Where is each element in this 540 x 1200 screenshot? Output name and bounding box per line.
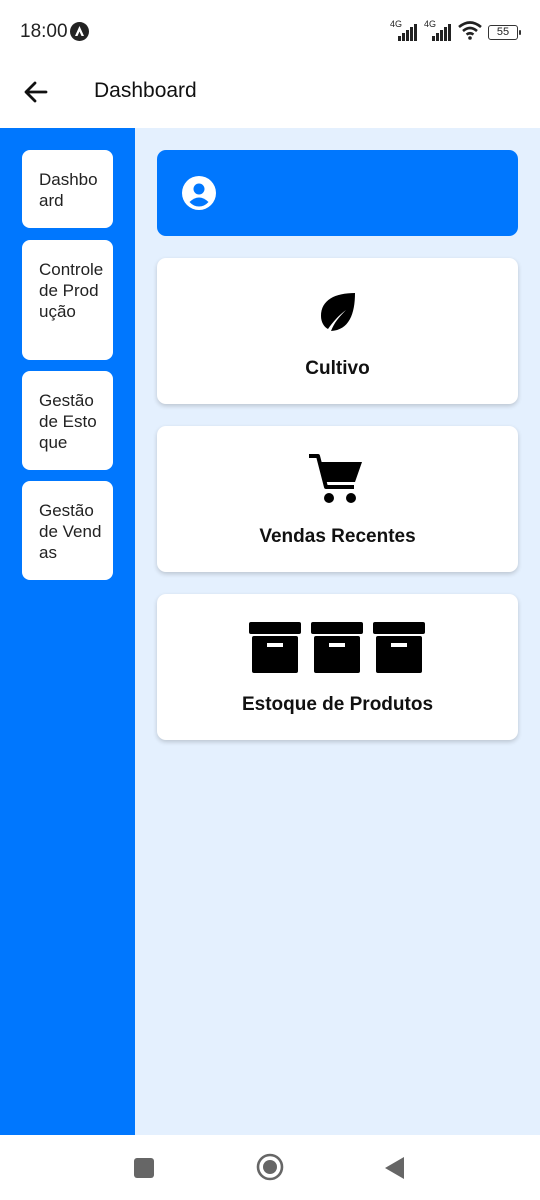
card-label: Estoque de Produtos (241, 694, 434, 715)
system-nav-bar (0, 1135, 540, 1200)
page-title: Dashboard (94, 79, 197, 102)
notification-icon (70, 22, 89, 41)
arrow-left-icon (24, 81, 48, 103)
profile-card[interactable] (157, 150, 518, 236)
battery-icon: 55 (488, 24, 521, 40)
home-button[interactable] (256, 1153, 284, 1186)
main-content: Cultivo Vendas Recentes Estoque de Produ… (135, 128, 540, 1135)
back-triangle-icon (385, 1157, 404, 1179)
back-button[interactable] (18, 74, 54, 110)
status-time: 18:00 (20, 21, 68, 42)
app-bar: Dashboard (0, 64, 540, 128)
sidebar: Dashboard Controle de Produção Gestão de… (0, 128, 135, 1135)
sidebar-item-label: Dashboard (39, 170, 98, 210)
recent-apps-button[interactable] (133, 1157, 155, 1184)
card-vendas-recentes[interactable]: Vendas Recentes (157, 426, 518, 572)
sidebar-item-gestao-estoque[interactable]: Gestão de Estoque (22, 371, 113, 470)
archive-box-icon (249, 622, 425, 673)
account-circle-icon (182, 176, 216, 210)
sidebar-item-gestao-vendas[interactable]: Gestão de Vendas (22, 481, 113, 580)
recent-apps-icon (134, 1158, 154, 1178)
sidebar-item-label: Gestão de Estoque (39, 391, 97, 452)
battery-level: 55 (496, 26, 510, 38)
sidebar-item-controle-producao[interactable]: Controle de Produção (22, 240, 113, 360)
shopping-cart-icon (309, 454, 362, 503)
home-icon (256, 1153, 284, 1181)
signal-icon: 4G (390, 19, 418, 42)
status-bar: 18:00 4G 4G 55 (0, 0, 540, 64)
signal-icon: 4G (424, 19, 452, 42)
sidebar-item-label: Gestão de Vendas (39, 501, 102, 562)
status-icons: 4G 4G 55 (390, 19, 521, 45)
sidebar-item-dashboard[interactable]: Dashboard (22, 150, 113, 228)
card-label: Cultivo (305, 358, 370, 379)
sidebar-item-label: Controle de Produção (39, 260, 104, 321)
wifi-icon (458, 20, 482, 45)
card-cultivo[interactable]: Cultivo (157, 258, 518, 404)
card-label: Vendas Recentes (259, 526, 416, 547)
system-back-button[interactable] (384, 1156, 406, 1185)
leaf-icon (321, 293, 355, 331)
card-estoque-produtos[interactable]: Estoque de Produtos (157, 594, 518, 740)
